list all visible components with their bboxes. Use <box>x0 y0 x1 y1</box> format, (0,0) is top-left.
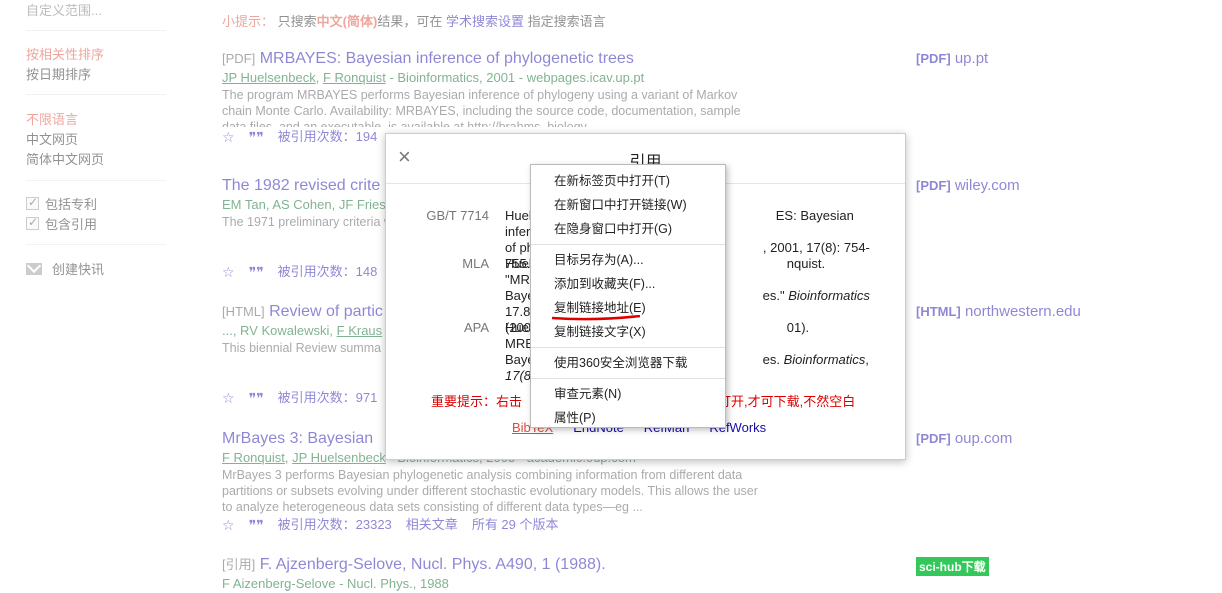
citation-style-label: MLA <box>462 256 489 271</box>
menu-save-target-as[interactable]: 目标另存为(A)... <box>531 248 725 272</box>
menu-add-favorites[interactable]: 添加到收藏夹(F)... <box>531 272 725 296</box>
menu-open-new-window[interactable]: 在新窗口中打开链接(W) <box>531 193 725 217</box>
citation-style-label: APA <box>463 320 489 335</box>
menu-separator <box>531 244 725 245</box>
red-underline-annotation <box>551 315 641 321</box>
menu-copy-link-text[interactable]: 复制链接文字(X) <box>531 320 725 344</box>
cite-frag: es." <box>762 288 785 303</box>
cite-journal: Bioinformatics <box>783 352 866 367</box>
menu-separator <box>531 347 725 348</box>
menu-inspect-element[interactable]: 审查元素(N) <box>531 382 725 406</box>
cite-frag: es. <box>762 352 780 367</box>
scihub-download-button[interactable]: sci-hub下载 <box>916 557 989 576</box>
cite-frag: Huel <box>505 320 532 335</box>
cite-journal: Bioinformatics <box>788 288 870 303</box>
context-menu: 在新标签页中打开(T) 在新窗口中打开链接(W) 在隐身窗口中打开(G) 目标另… <box>530 164 726 428</box>
citation-style-label: GB/T 7714 <box>426 208 489 223</box>
menu-download-360[interactable]: 使用360安全浏览器下载 <box>531 351 725 375</box>
warning-text: 打开,才可下载,不然空白 <box>718 394 856 409</box>
menu-separator <box>531 378 725 379</box>
cite-frag: , <box>865 352 869 367</box>
cite-frag: 17.8 <box>505 304 531 319</box>
cite-frag: 17(8 <box>505 368 532 383</box>
cite-frag: Huel <box>505 256 532 271</box>
cite-frag: Huel <box>505 208 532 223</box>
menu-properties[interactable]: 属性(P) <box>531 406 725 430</box>
menu-open-new-tab[interactable]: 在新标签页中打开(T) <box>531 169 725 193</box>
warning-text: 重要提示：右击 <box>431 394 523 409</box>
menu-open-incognito[interactable]: 在隐身窗口中打开(G) <box>531 217 725 241</box>
